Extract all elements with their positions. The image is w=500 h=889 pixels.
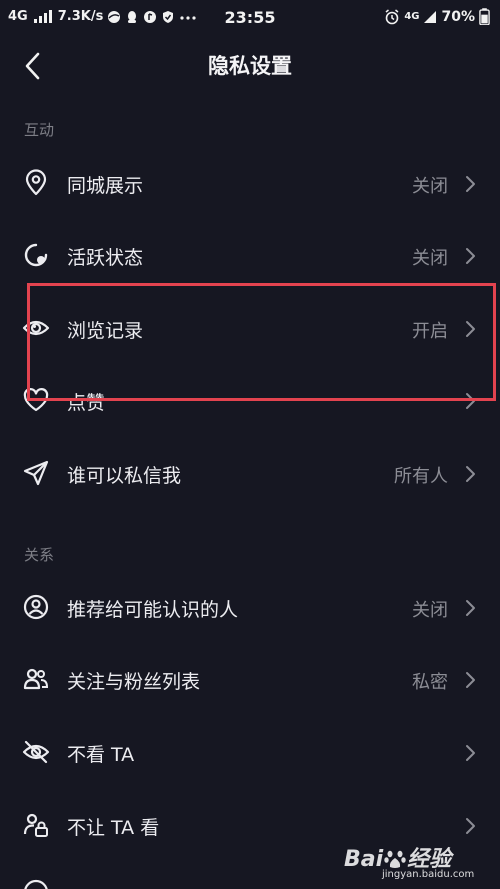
setting-label: 谁可以私信我 — [67, 465, 182, 487]
chevron-right-icon — [466, 321, 475, 337]
setting-row-follow-fan-list[interactable]: 关注与粉丝列表 私密 — [0, 643, 500, 715]
page-title: 隐私设置 — [208, 54, 292, 78]
setting-label: 活跃状态 — [67, 247, 144, 269]
chevron-right-icon — [466, 672, 475, 688]
setting-value: 私密 — [412, 672, 448, 693]
setting-label: 点赞 — [67, 392, 106, 414]
setting-value: 所有人 — [394, 466, 448, 487]
send-message-icon — [23, 460, 49, 486]
setting-row-local-display[interactable]: 同城展示 关闭 — [0, 147, 500, 219]
baidu-jingyan-watermark: Bai 经验 jingyan.baidu.com — [344, 841, 494, 883]
setting-row-likes[interactable]: 点赞 — [0, 364, 500, 436]
setting-label: 关注与粉丝列表 — [67, 671, 201, 693]
network-type-right: 4G — [404, 10, 420, 22]
setting-value: 开启 — [412, 321, 448, 342]
chevron-right-icon — [466, 818, 475, 834]
setting-value: 关闭 — [412, 176, 448, 197]
watermark-brand: Bai — [344, 847, 384, 872]
setting-label: 不让 TA 看 — [67, 817, 160, 839]
setting-value: 关闭 — [412, 600, 448, 621]
setting-label: 不看 TA — [67, 744, 135, 766]
setting-row-browse-history[interactable]: 浏览记录 开启 — [0, 292, 500, 364]
activity-status-icon — [24, 243, 48, 267]
chevron-right-icon — [466, 466, 475, 482]
battery-icon — [479, 8, 490, 25]
chevron-right-icon — [466, 176, 475, 192]
setting-label: 推荐给可能认识的人 — [67, 599, 239, 621]
section-label-relationship: 关系 — [24, 546, 55, 564]
chevron-right-icon — [466, 248, 475, 264]
setting-label: 浏览记录 — [67, 320, 144, 342]
users-icon — [23, 668, 49, 690]
nav-bar: 隐私设置 — [0, 36, 500, 96]
signal-triangle-icon — [424, 10, 437, 23]
eye-off-icon — [22, 740, 50, 764]
watermark-url: jingyan.baidu.com — [382, 869, 475, 880]
setting-value: 关闭 — [412, 248, 448, 269]
setting-row-who-can-message[interactable]: 谁可以私信我 所有人 — [0, 437, 500, 509]
setting-row-dont-see[interactable]: 不看 TA — [0, 716, 500, 788]
setting-label: 同城展示 — [67, 175, 144, 197]
status-right: 4G 70% — [384, 8, 490, 25]
section-label-interaction: 互动 — [24, 121, 55, 139]
chevron-right-icon — [466, 745, 475, 761]
heart-icon — [23, 388, 49, 412]
status-bar: 4G 7.3K/s 23:55 4G 70% — [0, 0, 500, 36]
person-circle-icon — [23, 594, 49, 620]
eye-icon — [22, 320, 50, 336]
partial-row-icon — [24, 879, 48, 889]
chevron-right-icon — [466, 600, 475, 616]
user-lock-icon — [23, 813, 48, 837]
battery-percent: 70% — [441, 8, 475, 25]
paw-logo-icon — [384, 850, 406, 868]
setting-row-recommend-to-acquaintances[interactable]: 推荐给可能认识的人 关闭 — [0, 571, 500, 643]
chevron-right-icon — [466, 393, 475, 409]
alarm-icon — [385, 8, 399, 24]
location-pin-icon — [25, 169, 47, 196]
setting-row-activity-status[interactable]: 活跃状态 关闭 — [0, 219, 500, 291]
